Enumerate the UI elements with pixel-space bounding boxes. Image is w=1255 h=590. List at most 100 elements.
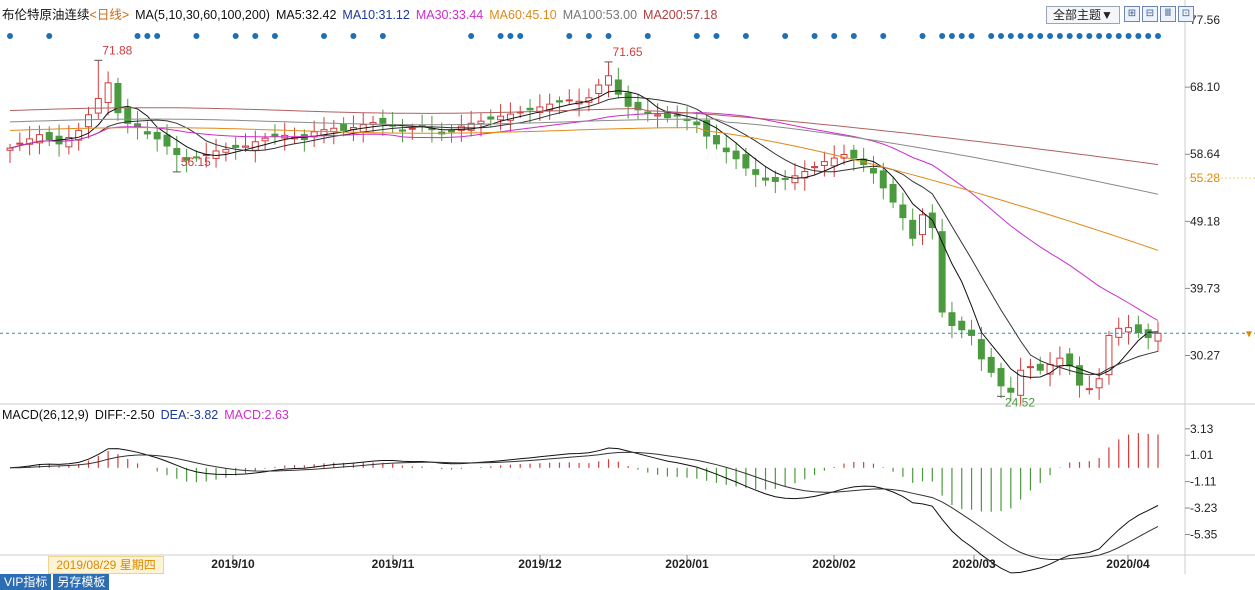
extreme-label: 56.15 <box>181 155 211 169</box>
x-tick-label: 2020/02 <box>812 557 856 571</box>
event-dot <box>252 33 259 39</box>
macd-y-tick-label: -5.35 <box>1190 527 1218 541</box>
candle-body <box>1056 357 1064 367</box>
event-dot <box>468 33 475 39</box>
event-dot <box>154 33 161 39</box>
main-chart-header: 布伦特原油连续<日线> MA(5,10,30,60,100,200) MA5:32.… <box>2 7 723 23</box>
bottom-tabs: VIP指标 另存模板 <box>0 574 112 590</box>
event-dot <box>605 33 612 39</box>
candle-body <box>16 142 24 145</box>
y-tick-label: 77.56 <box>1190 13 1220 27</box>
candle-body <box>94 97 102 114</box>
x-tick-label: 2019/11 <box>372 557 415 571</box>
event-dot <box>998 33 1005 39</box>
candle-body <box>379 117 387 124</box>
candle-body <box>84 114 92 128</box>
candle-body <box>143 131 151 135</box>
x-tick-label: 2019/10 <box>211 557 255 571</box>
candle-body <box>45 132 53 141</box>
candle-body <box>948 312 956 327</box>
candle-body <box>477 120 485 125</box>
candle-body <box>173 147 181 156</box>
extreme-label: 71.65 <box>613 45 643 59</box>
event-dot <box>988 33 995 39</box>
event-dot <box>1125 33 1132 39</box>
candle-body <box>232 144 240 148</box>
event-dot <box>693 33 700 39</box>
event-dot <box>46 33 53 39</box>
candle-body <box>909 219 917 239</box>
event-dot <box>1007 33 1014 39</box>
candle-body <box>251 141 259 151</box>
ma-params[interactable]: MA(5,10,30,60,100,200) <box>135 8 270 22</box>
candle-body <box>869 167 877 174</box>
expand-icon[interactable]: ⊡ <box>1178 6 1194 22</box>
candle-body <box>1085 388 1093 391</box>
ma5-value: MA5:32.42 <box>275 8 337 22</box>
y-tick-label: 39.73 <box>1190 281 1220 295</box>
event-dot <box>517 33 524 39</box>
candle-body <box>261 137 269 142</box>
macd-diff-line <box>9 447 1159 574</box>
event-dot <box>1135 33 1142 39</box>
candle-body <box>595 84 603 95</box>
candle-body <box>644 111 652 114</box>
candle-body <box>899 204 907 219</box>
candle-body <box>722 147 730 153</box>
macd-dea: DEA:-3.82 <box>160 408 219 422</box>
ma60-line <box>9 127 1159 251</box>
candle-body <box>624 92 632 107</box>
layout-icon[interactable]: ⊟ <box>1142 6 1158 22</box>
tab-save-template[interactable]: 另存模板 <box>53 574 112 590</box>
symbol-name[interactable]: 布伦特原油连续 <box>2 8 90 22</box>
candle-body <box>958 320 966 331</box>
ma10-value: MA10:31.12 <box>342 8 410 22</box>
y-tick-label: 68.10 <box>1190 80 1220 94</box>
candle-body <box>673 114 681 117</box>
event-dot <box>1155 33 1161 39</box>
macd-diff: DIFF:-2.50 <box>94 408 155 422</box>
columns-icon[interactable]: Ⅲ <box>1160 6 1176 22</box>
candle-body <box>712 135 720 145</box>
grid-icon[interactable]: ⊞ <box>1124 6 1140 22</box>
candle-body <box>830 157 838 167</box>
event-dot <box>1086 33 1093 39</box>
stock-chart: 77.5668.1058.6449.1839.7330.2755.28▾71.8… <box>0 0 1255 574</box>
window-controls: ⊞ ⊟ Ⅲ ⊡ <box>1124 6 1194 22</box>
candle-body <box>997 368 1005 387</box>
tab-vip-indicators[interactable]: VIP指标 <box>0 574 54 590</box>
ma100-value: MA100:53.00 <box>562 8 638 22</box>
event-dot <box>144 33 151 39</box>
event-dot <box>948 33 955 39</box>
event-dot <box>585 33 592 39</box>
candle-body <box>104 82 112 104</box>
event-dot <box>1115 33 1122 39</box>
event-dot <box>134 33 141 39</box>
x-tick-label: 2020/04 <box>1106 557 1150 571</box>
period-label[interactable]: <日线> <box>90 8 130 22</box>
candle-body <box>968 329 976 336</box>
theme-dropdown-button[interactable]: 全部主题▼ <box>1046 6 1120 24</box>
event-dot <box>742 33 749 39</box>
candle-body <box>153 131 161 140</box>
candle-body <box>742 154 750 169</box>
candle-body <box>654 114 662 117</box>
candle-body <box>487 116 495 120</box>
candle-body <box>526 107 534 111</box>
macd-params[interactable]: MACD(26,12,9) <box>2 408 89 422</box>
candle-body <box>1095 378 1103 389</box>
candle-body <box>1154 332 1162 342</box>
event-dot <box>968 33 975 39</box>
candle-body <box>398 129 406 132</box>
y-tick-label: 30.27 <box>1190 349 1220 363</box>
event-dot <box>350 33 357 39</box>
candle-body <box>1026 366 1034 369</box>
event-dot <box>782 33 789 39</box>
x-tick-label: 2020/03 <box>952 557 996 571</box>
event-dot <box>644 33 651 39</box>
candle-body <box>889 183 897 203</box>
candle-body <box>222 149 230 153</box>
ma60-value: MA60:45.10 <box>489 8 557 22</box>
event-dot <box>497 33 504 39</box>
event-dot <box>566 33 573 39</box>
